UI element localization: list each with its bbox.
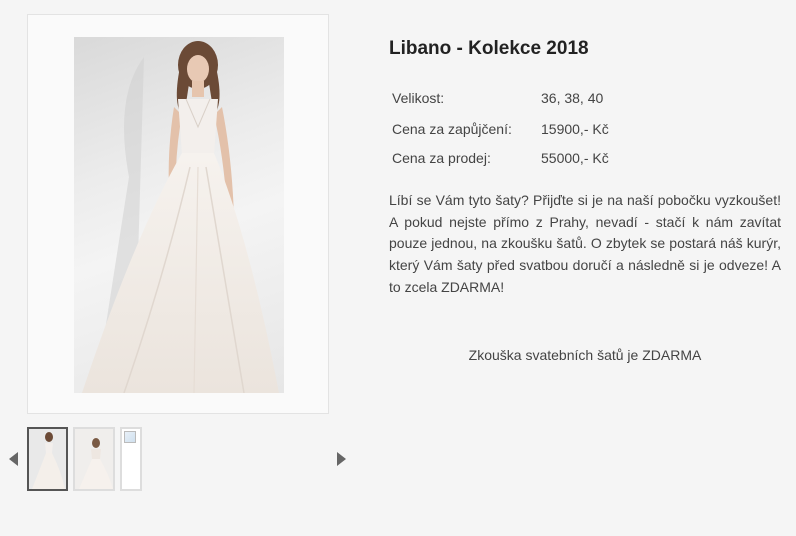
thumbnail-1[interactable] bbox=[27, 427, 68, 491]
arrow-left-icon[interactable] bbox=[9, 452, 18, 466]
spec-value: 36, 38, 40 bbox=[541, 90, 604, 106]
thumbnail-3[interactable] bbox=[120, 427, 142, 491]
spec-label: Cena za prodej: bbox=[392, 150, 491, 166]
thumbnail-2[interactable] bbox=[73, 427, 115, 491]
thumbnail-dress-image bbox=[75, 429, 113, 489]
main-image-frame bbox=[27, 14, 329, 414]
product-title: Libano - Kolekce 2018 bbox=[389, 38, 589, 59]
wedding-dress-photo[interactable] bbox=[74, 37, 284, 393]
spec-value: 55000,- Kč bbox=[541, 150, 609, 166]
spec-label: Cena za zapůjčení: bbox=[392, 121, 512, 137]
thumbnail-dress-image bbox=[29, 429, 66, 489]
spec-label: Velikost: bbox=[392, 90, 445, 106]
free-fitting-note: Zkouška svatebních šatů je ZDARMA bbox=[468, 347, 702, 363]
broken-image-icon bbox=[124, 431, 136, 443]
product-detail-page: Libano - Kolekce 2018 Velikost: 36, 38, … bbox=[0, 0, 796, 536]
arrow-right-icon[interactable] bbox=[337, 452, 346, 466]
product-description: Líbí se Vám tyto šaty? Přijďte si je na … bbox=[389, 192, 781, 295]
dress-illustration bbox=[82, 41, 279, 393]
spec-value: 15900,- Kč bbox=[541, 121, 609, 137]
